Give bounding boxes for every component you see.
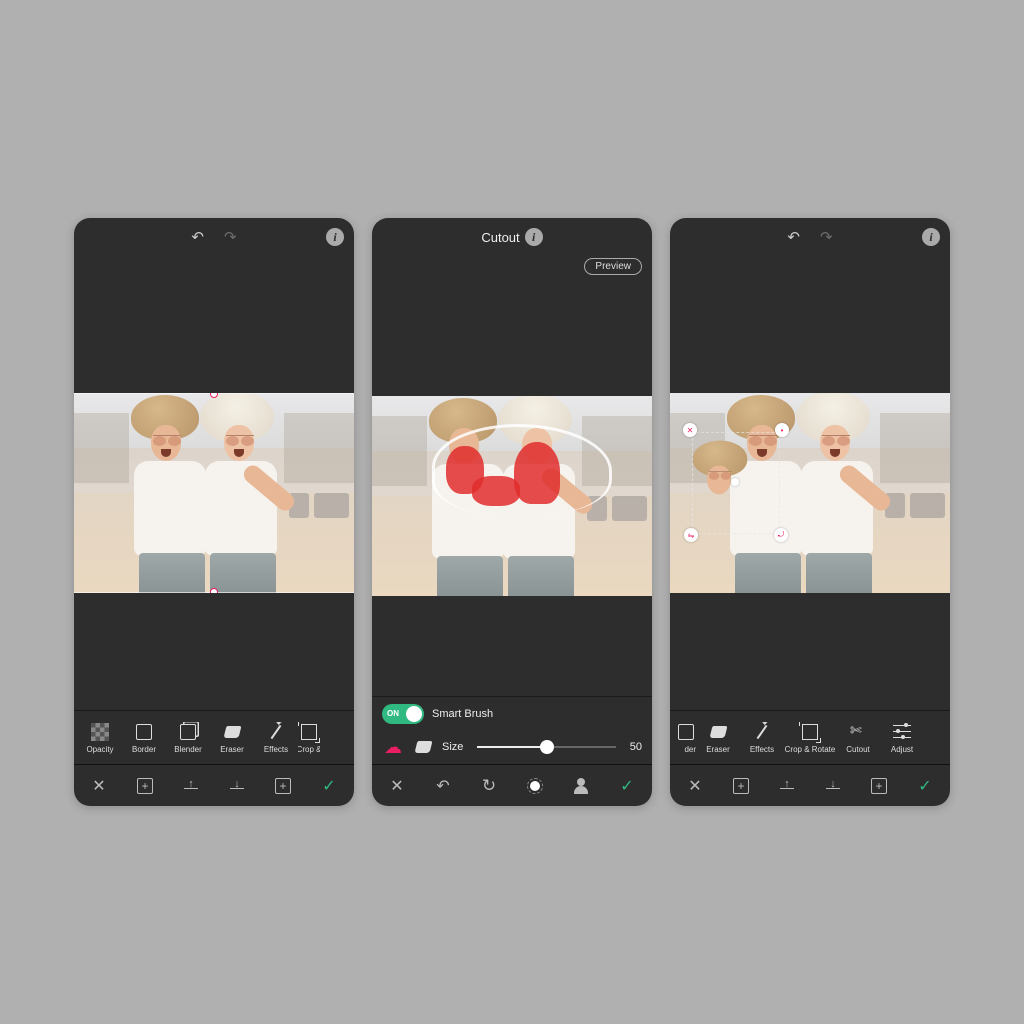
info-icon[interactable]: i xyxy=(326,228,344,246)
bottom-bar: ✕ ↶ ↻ ✓ xyxy=(372,764,652,806)
crop-handle-top[interactable] xyxy=(210,393,218,398)
editor-screen-crop: ↶ ↷ i xyxy=(74,218,354,806)
top-bar: ↶ ↷ i xyxy=(74,218,354,256)
cutout-mask xyxy=(514,442,560,504)
redo-icon[interactable]: ↷ xyxy=(820,228,833,246)
tool-blender[interactable]: Blender xyxy=(166,722,210,754)
smart-brush-toggle[interactable]: ON xyxy=(382,704,424,724)
apply-icon[interactable]: ✓ xyxy=(614,773,640,799)
canvas[interactable] xyxy=(372,256,652,696)
reset-icon[interactable]: ↻ xyxy=(476,773,502,799)
info-icon[interactable]: i xyxy=(525,228,543,246)
photo-layer[interactable] xyxy=(74,393,354,593)
tool-label: Opacity xyxy=(86,745,113,754)
brush-size-slider[interactable] xyxy=(477,746,615,748)
tool-eraser[interactable]: Eraser xyxy=(696,722,740,754)
brush-erase-icon[interactable] xyxy=(412,736,434,758)
undo-icon[interactable]: ↶ xyxy=(787,228,800,246)
tool-cutout[interactable]: Cutout xyxy=(836,722,880,754)
tool-label: Crop & Rotate xyxy=(785,745,836,754)
tool-border[interactable]: der xyxy=(674,722,696,754)
rotate-handle-icon[interactable]: ⤾ xyxy=(774,528,788,542)
tool-crop-rotate[interactable]: Crop & xyxy=(298,722,320,754)
apply-icon[interactable]: ✓ xyxy=(912,773,938,799)
import-down-icon[interactable]: ↓ xyxy=(224,773,250,799)
tool-border[interactable]: Border xyxy=(122,722,166,754)
selection-dot-icon[interactable] xyxy=(522,773,548,799)
redo-icon[interactable]: ↷ xyxy=(224,228,237,246)
add-square-icon[interactable]: + xyxy=(866,773,892,799)
undo-icon[interactable]: ↶ xyxy=(191,228,204,246)
resize-handle-icon[interactable]: • xyxy=(775,423,789,437)
tool-effects[interactable]: Effects xyxy=(254,722,298,754)
export-up-icon[interactable]: ↑ xyxy=(774,773,800,799)
tool-label: Cutout xyxy=(846,745,870,754)
tool-label: der xyxy=(684,745,696,754)
close-icon[interactable]: ✕ xyxy=(384,773,410,799)
screen-title: Cutout xyxy=(481,230,519,245)
tool-label: Border xyxy=(132,745,156,754)
delete-handle-icon[interactable]: ✕ xyxy=(683,423,697,437)
tool-label: Crop & xyxy=(298,745,320,754)
flip-handle-icon[interactable]: ⇋ xyxy=(684,528,698,542)
tool-label: Effects xyxy=(264,745,288,754)
tool-label: Eraser xyxy=(220,745,244,754)
tool-adjust[interactable]: Adjust xyxy=(880,722,924,754)
tool-effects[interactable]: Effects xyxy=(740,722,784,754)
info-icon[interactable]: i xyxy=(922,228,940,246)
person-mask-icon[interactable] xyxy=(568,773,594,799)
editor-screen-paste: ↶ ↷ i ✕ • ⇋ xyxy=(670,218,950,806)
apply-icon[interactable]: ✓ xyxy=(316,773,342,799)
brush-paint-icon[interactable]: ☁ xyxy=(382,736,404,758)
bottom-bar: ✕ + ↑ ↓ + ✓ xyxy=(74,764,354,806)
canvas[interactable]: ✕ • ⇋ ⤾ xyxy=(670,256,950,710)
bottom-bar: ✕ + ↑ ↓ + ✓ xyxy=(670,764,950,806)
cutout-mask xyxy=(472,476,520,506)
tool-label: Adjust xyxy=(891,745,913,754)
size-value: 50 xyxy=(630,741,642,753)
tool-strip: der Eraser Effects Crop & Rotate Cutout … xyxy=(670,710,950,764)
pasted-layer[interactable]: ✕ • ⇋ ⤾ xyxy=(688,428,784,538)
brush-size-row: ☁ Size 50 xyxy=(372,730,652,764)
close-icon[interactable]: ✕ xyxy=(86,773,112,799)
undo-icon[interactable]: ↶ xyxy=(430,773,456,799)
tool-label: Effects xyxy=(750,745,774,754)
close-icon[interactable]: ✕ xyxy=(682,773,708,799)
export-up-icon[interactable]: ↑ xyxy=(178,773,204,799)
tool-crop-rotate[interactable]: Crop & Rotate xyxy=(784,722,836,754)
tool-strip: Opacity Border Blender Eraser Effects Cr… xyxy=(74,710,354,764)
size-label: Size xyxy=(442,741,463,753)
canvas[interactable] xyxy=(74,256,354,710)
add-layer-icon[interactable]: + xyxy=(728,773,754,799)
slider-knob[interactable] xyxy=(540,740,554,754)
add-square-icon[interactable]: + xyxy=(270,773,296,799)
tool-eraser[interactable]: Eraser xyxy=(210,722,254,754)
photo-layer[interactable] xyxy=(372,396,652,596)
photo-layer[interactable]: ✕ • ⇋ ⤾ xyxy=(670,393,950,593)
add-layer-icon[interactable]: + xyxy=(132,773,158,799)
smart-brush-row: ON Smart Brush xyxy=(372,696,652,730)
preview-button[interactable]: Preview xyxy=(584,258,642,275)
center-handle-icon[interactable] xyxy=(731,478,739,486)
crop-handle-bottom[interactable] xyxy=(210,588,218,593)
smart-brush-label: Smart Brush xyxy=(432,708,493,720)
top-bar: ↶ ↷ i xyxy=(670,218,950,256)
crop-frame[interactable] xyxy=(74,393,354,593)
import-down-icon[interactable]: ↓ xyxy=(820,773,846,799)
tool-label: Blender xyxy=(174,745,202,754)
top-bar: Cutout i xyxy=(372,218,652,256)
tool-label: Eraser xyxy=(706,745,730,754)
tool-opacity[interactable]: Opacity xyxy=(78,722,122,754)
editor-screen-cutout: Cutout i Preview ON Smart Brush xyxy=(372,218,652,806)
